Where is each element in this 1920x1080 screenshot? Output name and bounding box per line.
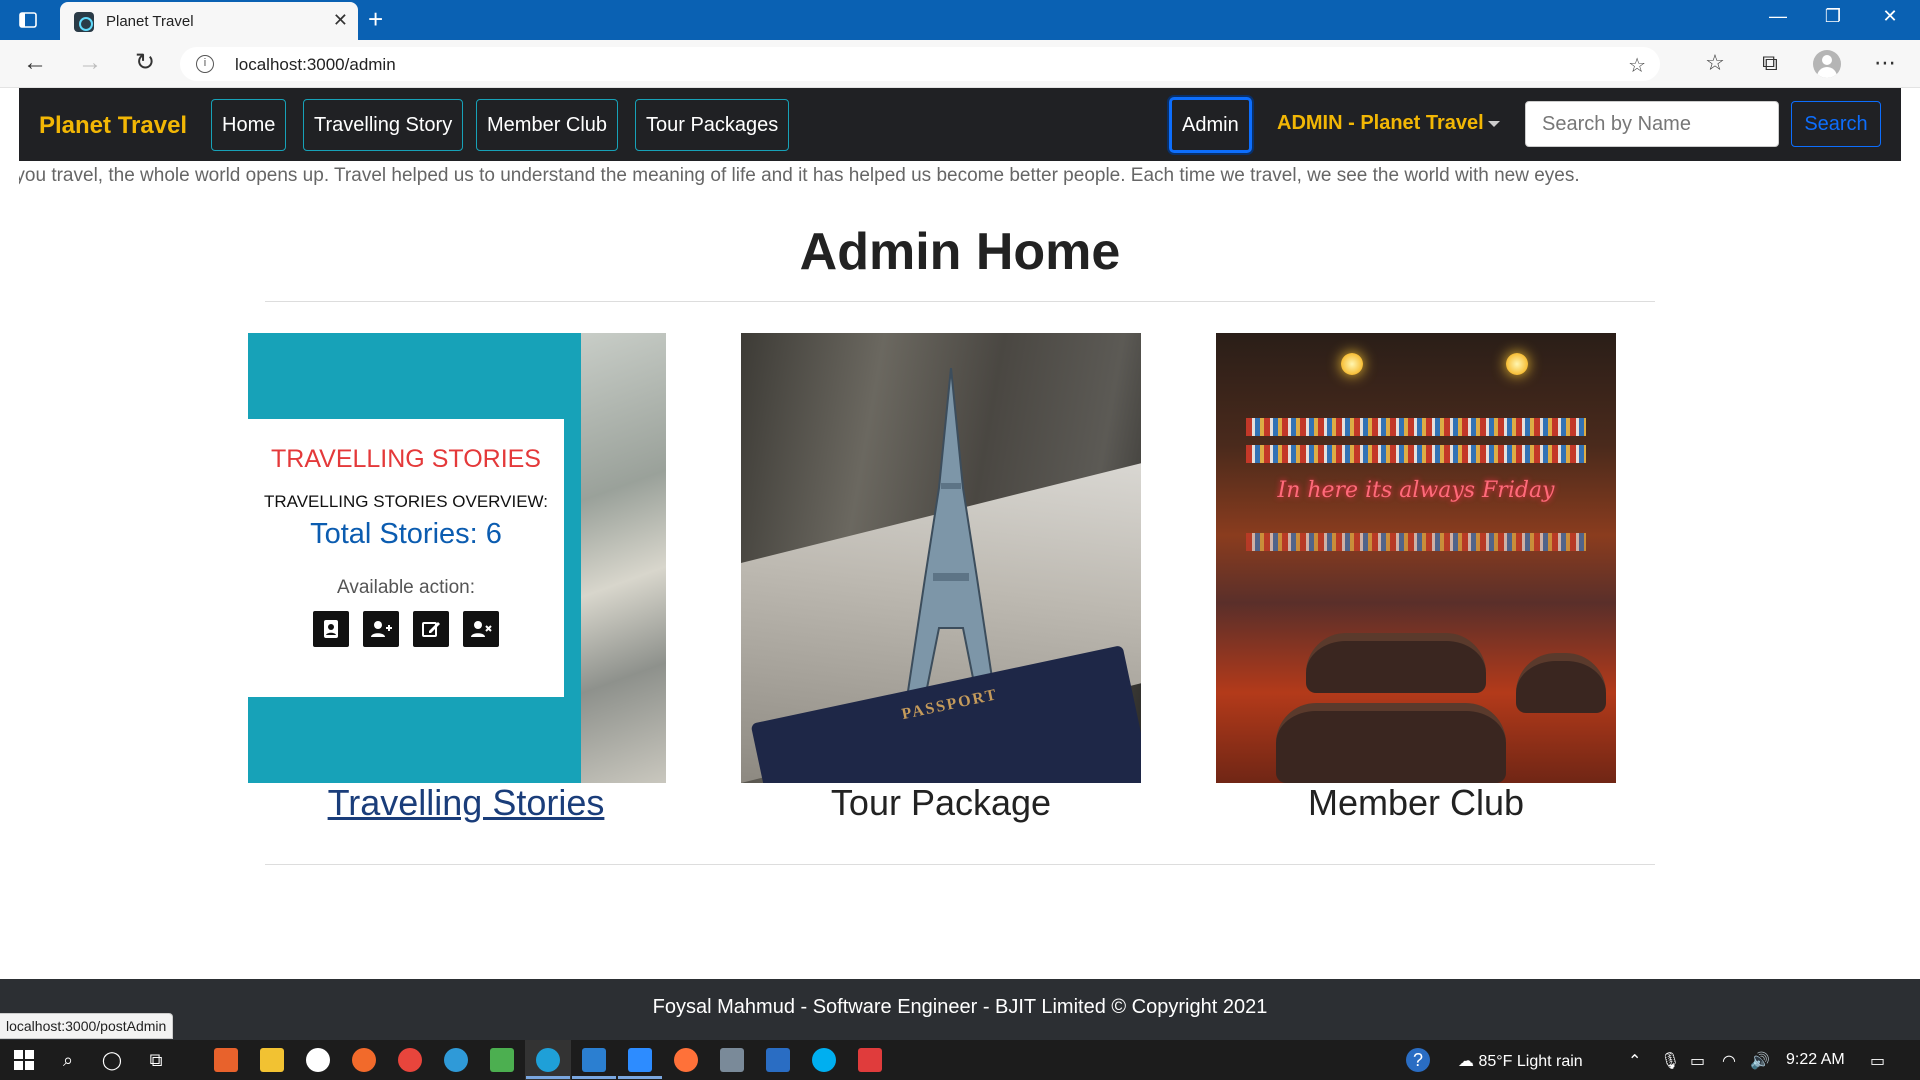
nav-tour-packages[interactable]: Tour Packages [635,99,790,151]
calculator-icon[interactable] [720,1048,744,1072]
weather-text: 85°F Light rain [1478,1053,1583,1070]
search-input[interactable] [1525,101,1779,147]
windows-start-icon[interactable] [12,1048,36,1072]
notifications-icon[interactable]: ▭ [1870,1051,1885,1071]
snipping-icon[interactable] [858,1048,882,1072]
booth [1276,703,1506,783]
url-text[interactable]: localhost:3000/admin [235,55,396,75]
taskbar: ⌕ ◯ ⧉ ? ☁ 85°F Light rain ⌃ 🎙 ▭ ◠ 🔊 9:22… [0,1040,1920,1080]
zoom-icon[interactable] [618,1048,662,1079]
weather-widget[interactable]: ☁ 85°F Light rain [1458,1051,1583,1071]
total-stories: Total Stories: 6 [310,518,502,550]
chrome-icon[interactable] [398,1048,422,1072]
notepad-icon[interactable] [490,1048,514,1072]
edit-icon[interactable] [413,611,449,647]
nav-travelling-story[interactable]: Travelling Story [303,99,464,151]
nav-member-club[interactable]: Member Club [476,99,619,151]
search-icon[interactable]: ⌕ [56,1048,80,1072]
tour-package-caption: Tour Package [830,782,1052,823]
page-title: Admin Home [799,223,1121,281]
volume-icon[interactable]: 🔊 [1750,1051,1770,1071]
admin-dropdown-label: ADMIN - Planet Travel [1277,112,1484,134]
tour-package-image[interactable]: PASSPORT [741,333,1141,783]
profile-avatar[interactable] [1813,50,1841,78]
collections-icon[interactable]: ⧉ [1755,50,1785,76]
marquee-text: en you travel, the whole world opens up.… [19,165,1580,186]
outlook-icon[interactable] [766,1048,790,1072]
view-user-icon[interactable] [313,611,349,647]
vscode-icon[interactable] [572,1048,616,1079]
file-explorer-icon[interactable] [260,1048,284,1072]
microphone-icon[interactable]: 🎙 [1660,1051,1680,1071]
minimize-icon[interactable]: — [1758,6,1798,27]
battery-icon[interactable]: ▭ [1690,1051,1705,1071]
task-view-icon[interactable]: ⧉ [144,1048,168,1072]
remove-user-icon[interactable] [463,611,499,647]
browser-tab[interactable]: Planet Travel ✕ [60,2,358,40]
lamp-icon [1341,353,1363,375]
bar-lights [1246,533,1586,551]
refresh-icon[interactable]: ↻ [130,50,160,76]
bottle-shelf [1246,418,1586,436]
divider [265,864,1655,865]
add-user-icon[interactable] [363,611,399,647]
tray-chevron-icon[interactable]: ⌃ [1628,1051,1641,1071]
nav-home[interactable]: Home [211,99,287,151]
stories-overlay: TRAVELLING STORIES TRAVELLING STORIES OV… [248,419,564,697]
member-club-caption: Member Club [1307,782,1525,823]
divider [265,301,1655,302]
admin-dropdown[interactable]: ADMIN - Planet Travel [1277,112,1500,135]
map-background-image [581,333,666,783]
booth [1306,633,1486,693]
member-club-image[interactable]: In here its always Friday [1216,333,1616,783]
travelling-stories-card[interactable]: TRAVELLING STORIES TRAVELLING STORIES OV… [248,333,666,783]
booth [1516,653,1606,713]
more-options-icon[interactable]: ⋯ [1870,50,1900,76]
status-bar: localhost:3000/postAdmin [0,1013,174,1039]
site-navbar: Planet Travel Home Travelling Story Memb… [19,88,1901,161]
help-icon[interactable]: ? [1406,1048,1430,1072]
app-icon[interactable] [444,1048,468,1072]
wifi-icon[interactable]: ◠ [1722,1051,1736,1071]
travelling-stories-link[interactable]: Travelling Stories [248,782,684,824]
neon-sign: In here its always Friday [1277,478,1555,503]
quote-marquee: en you travel, the whole world opens up.… [19,163,1901,191]
postman-icon[interactable] [352,1048,376,1072]
close-window-icon[interactable]: ✕ [1870,6,1910,27]
lamp-icon [1506,353,1528,375]
xampp-icon[interactable] [214,1048,238,1072]
browser-titlebar: Planet Travel ✕ + — ❐ ✕ [0,0,1920,40]
brand-logo[interactable]: Planet Travel [39,112,187,140]
footer-text: Foysal Mahmud - Software Engineer - BJIT… [652,996,1268,1018]
site-info-icon[interactable]: i [196,55,214,73]
eiffel-tower-icon [905,368,997,699]
caret-down-icon [1487,120,1500,127]
footer: Foysal Mahmud - Software Engineer - BJIT… [0,979,1920,1041]
tab-title: Planet Travel [106,13,194,30]
skype-icon[interactable] [812,1048,836,1072]
forward-icon[interactable]: → [75,50,105,76]
nav-admin[interactable]: Admin [1169,97,1252,153]
browser-toolbar: ← → ↻ i localhost:3000/admin ☆ ☆ ⧉ ⋯ [0,40,1920,88]
back-icon[interactable]: ← [20,50,50,76]
search-button[interactable]: Search [1791,101,1881,147]
add-favorite-icon[interactable]: ☆ [1628,53,1646,78]
tab-actions-icon[interactable] [18,10,38,30]
passport-label: PASSPORT [900,686,1000,724]
overlay-title: TRAVELLING STORIES [271,445,541,473]
action-label: Available action: [336,577,476,598]
firefox-icon[interactable] [674,1048,698,1072]
react-favicon-icon [74,12,94,32]
address-bar[interactable]: i localhost:3000/admin ☆ [180,47,1660,81]
favorites-icon[interactable]: ☆ [1700,50,1730,76]
new-tab-icon[interactable]: + [368,6,383,32]
close-tab-icon[interactable]: ✕ [333,10,348,30]
cortana-icon[interactable]: ◯ [100,1048,124,1072]
edge-icon[interactable] [526,1048,570,1079]
restore-icon[interactable]: ❐ [1813,6,1853,27]
bottle-shelf [1246,445,1586,463]
clock[interactable]: 9:22 AM [1786,1051,1845,1069]
github-icon[interactable] [306,1048,330,1072]
overview-label: TRAVELLING STORIES OVERVIEW: [263,492,549,511]
